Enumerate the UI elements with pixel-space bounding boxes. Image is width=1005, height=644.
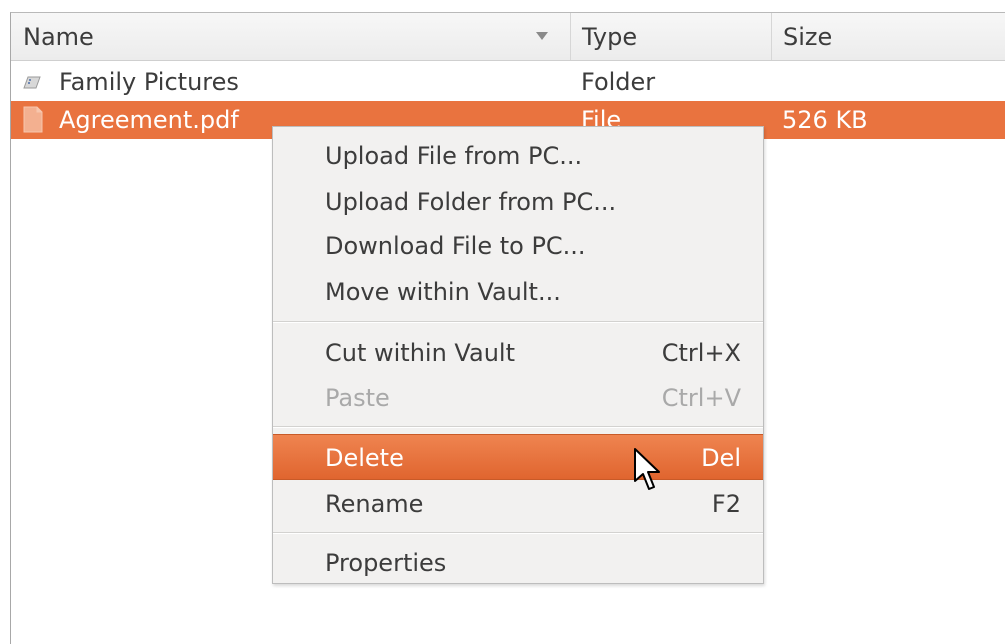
file-icon (23, 106, 43, 133)
folder-icon (23, 76, 41, 89)
column-header-size-label: Size (783, 23, 833, 51)
column-header-size[interactable]: Size (772, 13, 1005, 60)
menu-item-label: Cut within Vault (325, 339, 515, 367)
row-name: Family Pictures (59, 68, 239, 96)
menu-item-paste: Paste Ctrl+V (273, 375, 763, 421)
menu-item-shortcut: Del (701, 444, 741, 472)
menu-item-properties[interactable]: Properties (273, 540, 763, 586)
menu-item-move-within-vault[interactable]: Move within Vault... (273, 269, 763, 315)
menu-item-label: Rename (325, 490, 424, 518)
menu-item-label: Paste (325, 384, 390, 412)
arrow-pointer-icon (634, 448, 660, 490)
menu-item-label: Upload File from PC... (325, 142, 583, 170)
menu-item-shortcut: Ctrl+V (661, 384, 741, 412)
row-type: Folder (581, 68, 656, 96)
column-header: Name Type Size (11, 13, 1005, 61)
context-menu: Upload File from PC... Upload Folder fro… (272, 126, 764, 584)
table-row-family-pictures[interactable]: Family Pictures Folder (11, 63, 1005, 101)
column-header-name[interactable]: Name (11, 13, 571, 60)
menu-item-label: Properties (325, 549, 447, 577)
menu-item-label: Download File to PC... (325, 232, 586, 260)
row-size: 526 KB (782, 106, 868, 134)
row-name: Agreement.pdf (59, 106, 239, 134)
column-header-type-label: Type (582, 23, 638, 51)
menu-item-download-file[interactable]: Download File to PC... (273, 223, 763, 269)
menu-item-cut-within-vault[interactable]: Cut within Vault Ctrl+X (273, 330, 763, 376)
menu-item-upload-folder[interactable]: Upload Folder from PC... (273, 179, 763, 225)
column-header-name-label: Name (23, 23, 94, 51)
column-header-type[interactable]: Type (571, 13, 772, 60)
menu-item-label: Upload Folder from PC... (325, 188, 617, 216)
menu-item-upload-file[interactable]: Upload File from PC... (273, 133, 763, 179)
menu-separator (273, 321, 763, 323)
menu-item-shortcut: F2 (711, 490, 741, 518)
menu-item-delete[interactable]: Delete Del (273, 434, 763, 480)
chevron-down-icon (536, 32, 548, 40)
menu-separator (273, 426, 763, 428)
menu-separator (273, 532, 763, 534)
menu-item-label: Delete (325, 444, 404, 472)
menu-item-label: Move within Vault... (325, 278, 561, 306)
menu-item-shortcut: Ctrl+X (661, 339, 741, 367)
menu-item-rename[interactable]: Rename F2 (273, 481, 763, 527)
